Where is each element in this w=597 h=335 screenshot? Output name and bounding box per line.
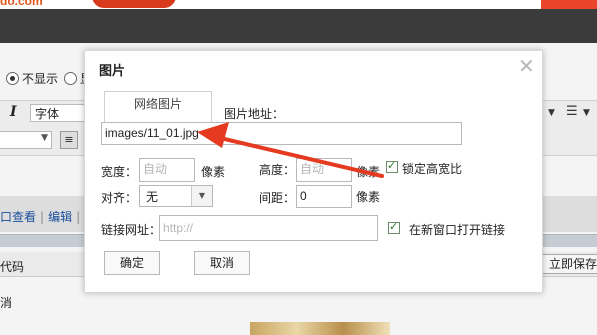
height-input[interactable]: 自动 xyxy=(296,158,352,182)
align-left-icon[interactable]: ≡ xyxy=(60,131,78,149)
font-family-select[interactable]: 字体 xyxy=(30,104,92,122)
action-links: 口查看|编辑|编 xyxy=(0,208,96,225)
height-label: 高度： xyxy=(259,163,296,177)
link-separator: | xyxy=(76,210,81,224)
list-chevron-down-icon[interactable]: ▼ xyxy=(583,108,590,118)
cancel-button[interactable]: 取消 xyxy=(194,251,250,275)
lock-ratio-label: 锁定高宽比 xyxy=(402,162,463,176)
new-window-label: 在新窗口打开链接 xyxy=(409,223,506,237)
display-radio-group: 不显示 显 xyxy=(0,68,92,88)
radio-hide-label: 不显示 xyxy=(22,71,59,86)
spacing-label: 间距： xyxy=(259,191,296,205)
align-select[interactable]: 无 ▼ xyxy=(139,185,213,207)
align-chevron-down-icon[interactable]: ▼ xyxy=(191,186,212,206)
align-label: 对齐： xyxy=(101,191,138,205)
width-unit: 像素 xyxy=(201,165,226,179)
save-now-button[interactable]: 立即保存 xyxy=(542,254,597,274)
site-logo-text: do.com xyxy=(0,0,43,8)
new-window-checkbox[interactable] xyxy=(388,220,400,234)
top-header xyxy=(0,0,597,9)
chevron-down-icon[interactable]: ▼ xyxy=(548,108,555,118)
dialog-title: 图片 xyxy=(99,64,126,79)
image-url-label: 图片地址： xyxy=(224,107,285,121)
width-label: 宽度： xyxy=(101,165,138,179)
code-label: 代码 xyxy=(0,260,25,274)
spacing-unit: 像素 xyxy=(356,190,381,204)
cancel-label[interactable]: 消 xyxy=(0,294,12,311)
lock-ratio-checkbox[interactable] xyxy=(386,159,398,173)
link-view[interactable]: 口查看 xyxy=(0,210,36,224)
height-unit: 像素 xyxy=(356,165,381,179)
link-separator: | xyxy=(40,210,45,224)
link-url-input[interactable]: http:// xyxy=(159,215,378,241)
radio-show[interactable] xyxy=(64,71,78,85)
site-logo-shape xyxy=(92,0,176,8)
align-select-value: 无 xyxy=(146,190,159,204)
content-image-strip xyxy=(250,322,390,335)
link-url-label: 链接网址： xyxy=(101,223,162,237)
image-url-input[interactable]: images/11_01.jpg xyxy=(101,122,462,145)
list-icon[interactable]: ☰ xyxy=(566,104,578,119)
link-edit[interactable]: 编辑 xyxy=(48,210,72,224)
tab-web-image[interactable]: 网络图片 xyxy=(104,91,212,123)
width-input[interactable]: 自动 xyxy=(139,158,195,182)
radio-hide[interactable] xyxy=(6,71,19,85)
header-red-block xyxy=(541,0,597,9)
ok-button[interactable]: 确定 xyxy=(104,251,160,275)
close-icon[interactable]: ✕ xyxy=(518,56,535,76)
dark-nav-bar xyxy=(0,9,597,43)
size-select[interactable]: ▼ xyxy=(0,131,52,149)
size-chevron-down-icon: ▼ xyxy=(41,133,48,143)
italic-icon[interactable]: I xyxy=(10,104,17,120)
spacing-input[interactable]: 0 xyxy=(296,185,352,208)
